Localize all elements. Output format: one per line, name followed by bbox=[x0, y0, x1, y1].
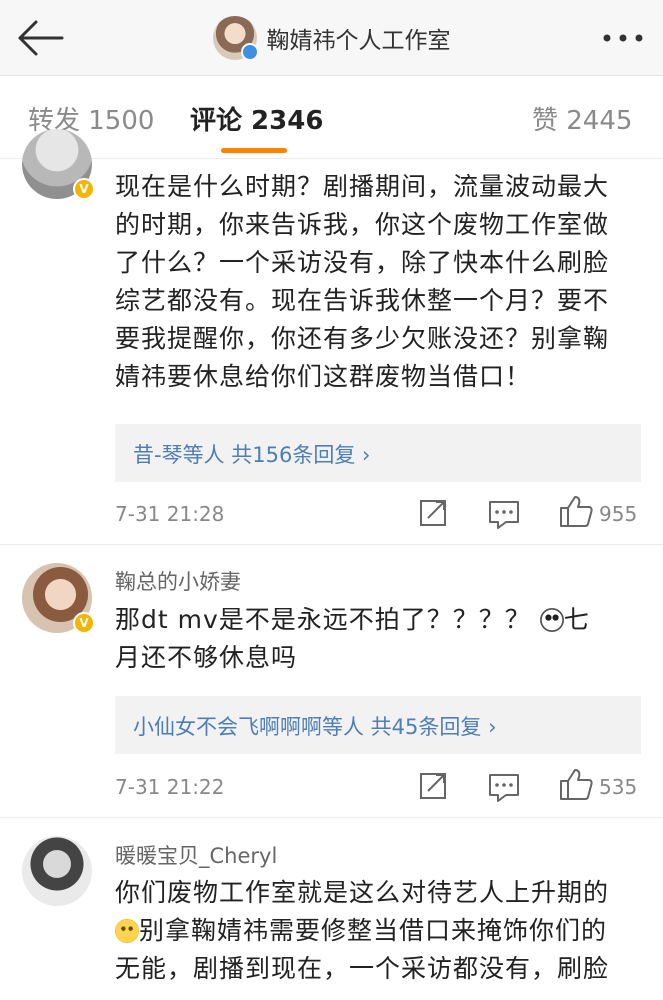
username[interactable]: 暖暖宝贝_Cheryl bbox=[115, 840, 277, 870]
comment-text: 你们废物工作室就是这么对待艺人上升期的 别拿鞠婧祎需要修整当借口来掩饰你们的 无… bbox=[115, 874, 645, 988]
panda-emoji-icon bbox=[539, 608, 564, 632]
avatar[interactable]: V bbox=[22, 563, 95, 634]
reply-summary[interactable]: 昔-琴等人 共156条回复 › bbox=[115, 424, 641, 482]
tab-comments[interactable]: 评论 2346 bbox=[190, 100, 323, 137]
tab-bar: 转发 1500 评论 2346 赞 2445 bbox=[0, 76, 663, 158]
like-button[interactable] bbox=[556, 494, 596, 530]
share-button[interactable] bbox=[414, 769, 454, 805]
comment-line: 婧祎要休息给你们这群废物当借口！ bbox=[115, 362, 532, 391]
share-icon bbox=[420, 773, 446, 799]
reply-button[interactable] bbox=[484, 769, 524, 805]
comment-line: 月还不够休息吗 bbox=[115, 643, 298, 672]
comment-line: 要我提醒你，你还有多少欠账没还？别拿鞠 bbox=[115, 324, 610, 353]
avatar[interactable] bbox=[22, 836, 92, 906]
verified-badge-icon: V bbox=[73, 178, 95, 200]
divider bbox=[0, 158, 663, 159]
comment-line: 了什么？一个采访没有，除了快本什么刷脸 bbox=[115, 248, 610, 277]
more-dots-icon bbox=[603, 34, 643, 42]
smile-emoji-icon bbox=[115, 919, 139, 943]
verified-badge-icon bbox=[240, 43, 259, 61]
comment-icon bbox=[489, 501, 519, 529]
tab-likes[interactable]: 赞 2445 bbox=[532, 100, 632, 137]
like-icon bbox=[560, 496, 593, 527]
share-icon bbox=[420, 500, 446, 526]
comment-line: 综艺都没有。现在告诉我休整一个月？要不 bbox=[115, 286, 610, 315]
like-count: 955 bbox=[599, 502, 638, 526]
top-bar: 鞠婧祎个人工作室 bbox=[0, 0, 663, 76]
reply-summary-text: 昔-琴等人 共156条回复 › bbox=[133, 443, 371, 467]
like-button[interactable] bbox=[556, 767, 596, 803]
comment-line: 你们废物工作室就是这么对待艺人上升期的 bbox=[115, 878, 610, 907]
page-title: 鞠婧祎个人工作室 bbox=[266, 28, 451, 54]
reply-summary[interactable]: 小仙女不会飞啊啊啊等人 共45条回复 › bbox=[115, 696, 641, 754]
comment-line: 那dt mv是不是永远不拍了？？？？ 七 bbox=[115, 601, 645, 639]
more-button[interactable] bbox=[601, 24, 645, 52]
username[interactable]: 鞠总的小娇妻 bbox=[115, 566, 241, 596]
comment-icon bbox=[489, 774, 519, 802]
like-icon bbox=[560, 769, 593, 800]
comment-line: 的时期，你来告诉我，你这个废物工作室做 bbox=[115, 210, 610, 239]
comment-time: 7-31 21:22 bbox=[115, 775, 225, 799]
comment-text: 那dt mv是不是永远不拍了？？？？ 七 月还不够休息吗 bbox=[115, 601, 645, 677]
studio-avatar[interactable] bbox=[212, 16, 259, 61]
like-count: 535 bbox=[599, 775, 638, 799]
title-area: 鞠婧祎个人工作室 bbox=[0, 0, 663, 76]
divider bbox=[0, 544, 663, 545]
comment-fragment: 七 bbox=[563, 605, 590, 634]
verified-badge-icon: V bbox=[73, 612, 95, 634]
reply-button[interactable] bbox=[484, 496, 524, 532]
comment-text: 现在是什么时期？剧播期间，流量波动最大 的时期，你来告诉我，你这个废物工作室做 … bbox=[115, 168, 645, 396]
comment-line: 现在是什么时期？剧播期间，流量波动最大 bbox=[115, 172, 610, 201]
comment-fragment: 那dt mv是不是永远不拍了？？？？ bbox=[115, 605, 531, 634]
comment-line: 无能，剧播到现在，一个采访都没有，刷脸 bbox=[115, 954, 610, 983]
comment-time: 7-31 21:28 bbox=[115, 502, 225, 526]
divider bbox=[0, 817, 663, 818]
avatar[interactable]: V bbox=[22, 129, 95, 200]
active-tab-indicator bbox=[221, 148, 287, 153]
comment-line: 别拿鞠婧祎需要修整当借口来掩饰你们的 bbox=[115, 912, 645, 950]
comment-fragment: 别拿鞠婧祎需要修整当借口来掩饰你们的 bbox=[139, 916, 608, 945]
share-button[interactable] bbox=[414, 496, 454, 532]
reply-summary-text: 小仙女不会飞啊啊啊等人 共45条回复 › bbox=[133, 715, 497, 739]
